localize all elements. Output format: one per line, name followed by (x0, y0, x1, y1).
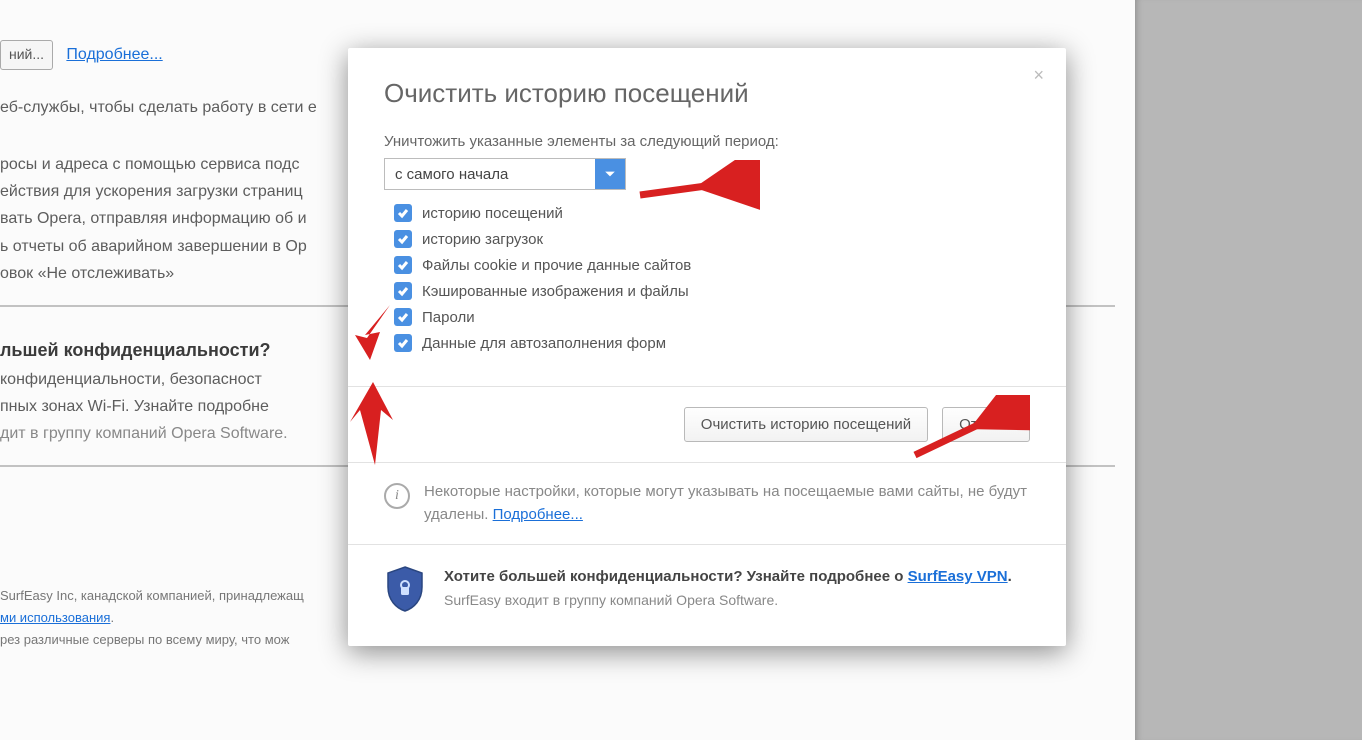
info-more-link[interactable]: Подробнее... (493, 506, 583, 523)
clear-history-dialog: × Очистить историю посещений Уничтожить … (348, 48, 1066, 646)
vpn-section: Хотите большей конфиденциальности? Узнай… (348, 544, 1066, 646)
checkbox-label: Данные для автозаполнения форм (422, 335, 666, 352)
vpn-text: Хотите большей конфиденциальности? Узнай… (444, 565, 1012, 612)
checkbox-label: Пароли (422, 309, 475, 326)
close-icon[interactable]: × (1033, 66, 1044, 84)
surfeasy-link[interactable]: SurfEasy VPN (908, 568, 1008, 585)
checkbox-passwords[interactable]: Пароли (394, 308, 1030, 326)
checkbox-label: Кэшированные изображения и файлы (422, 283, 689, 300)
learn-more-link[interactable]: Подробнее... (66, 46, 162, 63)
checkmark-icon (394, 308, 412, 326)
checkmark-icon (394, 256, 412, 274)
info-icon: i (384, 483, 410, 509)
checkbox-label: Файлы cookie и прочие данные сайтов (422, 257, 691, 274)
shield-icon (384, 565, 426, 618)
checkmark-icon (394, 334, 412, 352)
right-side-panel (1135, 0, 1362, 740)
cancel-button[interactable]: Отмена (942, 407, 1030, 442)
checkbox-download-history[interactable]: историю загрузок (394, 230, 1030, 248)
checkbox-browsing-history[interactable]: историю посещений (394, 204, 1030, 222)
dialog-footer: Очистить историю посещений Отмена (348, 386, 1066, 462)
checkbox-cached-images[interactable]: Кэшированные изображения и файлы (394, 282, 1030, 300)
clear-history-button[interactable]: Очистить историю посещений (684, 407, 928, 442)
checkbox-list: историю посещений историю загрузок Файлы… (394, 204, 1030, 352)
info-text: Некоторые настройки, которые могут указы… (424, 481, 1030, 526)
info-section: i Некоторые настройки, которые могут ука… (348, 462, 1066, 544)
vpn-subtext: SurfEasy входит в группу компаний Opera … (444, 590, 1012, 612)
period-label: Уничтожить указанные элементы за следующ… (384, 133, 1030, 150)
checkbox-label: историю посещений (422, 205, 563, 222)
checkmark-icon (394, 230, 412, 248)
period-select-value: с самого начала (385, 159, 595, 189)
settings-partial-button[interactable]: ний... (0, 40, 53, 70)
chevron-down-icon (595, 159, 625, 189)
checkbox-cookies[interactable]: Файлы cookie и прочие данные сайтов (394, 256, 1030, 274)
checkmark-icon (394, 204, 412, 222)
checkbox-label: историю загрузок (422, 231, 543, 248)
period-select[interactable]: с самого начала (384, 158, 626, 190)
checkmark-icon (394, 282, 412, 300)
dialog-title: Очистить историю посещений (384, 78, 1030, 109)
checkbox-autofill[interactable]: Данные для автозаполнения форм (394, 334, 1030, 352)
footer-terms-link[interactable]: ми использования (0, 610, 110, 625)
